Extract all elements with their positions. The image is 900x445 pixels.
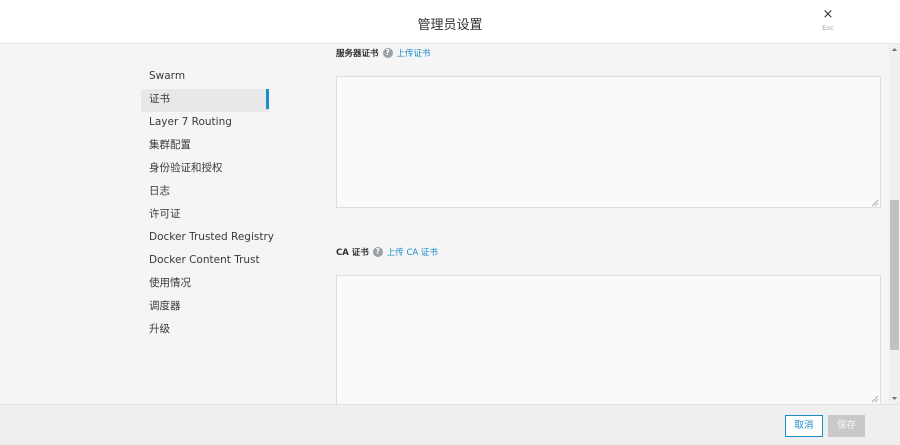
- settings-sidebar: Swarm 证书 Layer 7 Routing 集群配置 身份验证和授权 日志…: [141, 66, 274, 342]
- server-cert-label-row: 服务器证书 ? 上传证书: [336, 47, 431, 59]
- resize-grip-icon[interactable]: [871, 199, 879, 207]
- modal-header: 管理员设置 × Esc: [0, 0, 900, 44]
- modal-title: 管理员设置: [417, 18, 483, 33]
- save-button[interactable]: 保存: [828, 415, 865, 437]
- sidebar-item-layer7-routing[interactable]: Layer 7 Routing: [141, 112, 269, 135]
- server-cert-label: 服务器证书: [336, 49, 379, 59]
- content-scrollbar[interactable]: [889, 44, 900, 404]
- sidebar-item-scheduler[interactable]: 调度器: [141, 296, 269, 319]
- scrollbar-thumb[interactable]: [890, 200, 899, 350]
- sidebar-item-usage[interactable]: 使用情况: [141, 273, 269, 296]
- sidebar-item-logs[interactable]: 日志: [141, 181, 269, 204]
- server-cert-textarea[interactable]: [336, 76, 881, 208]
- upload-ca-cert-link[interactable]: 上传 CA 证书: [387, 246, 438, 258]
- sidebar-item-certificates[interactable]: 证书: [141, 89, 269, 112]
- scroll-up-arrow-icon[interactable]: [889, 44, 900, 55]
- sidebar-item-content-trust[interactable]: Docker Content Trust: [141, 250, 269, 273]
- sidebar-item-cluster-config[interactable]: 集群配置: [141, 135, 269, 158]
- help-icon[interactable]: ?: [382, 48, 393, 58]
- ca-cert-label: CA 证书: [336, 248, 369, 258]
- close-button[interactable]: × Esc: [813, 8, 843, 38]
- upload-server-cert-link[interactable]: 上传证书: [397, 47, 431, 59]
- modal-footer: 取消 保存: [0, 404, 900, 445]
- sidebar-item-license[interactable]: 许可证: [141, 204, 269, 227]
- ca-cert-label-row: CA 证书 ? 上传 CA 证书: [336, 246, 438, 258]
- cancel-button[interactable]: 取消: [785, 415, 823, 437]
- resize-grip-icon[interactable]: [871, 395, 879, 403]
- sidebar-item-upgrade[interactable]: 升级: [141, 319, 269, 342]
- help-icon[interactable]: ?: [372, 247, 383, 257]
- close-esc-hint: Esc: [822, 24, 834, 32]
- close-icon: ×: [822, 7, 834, 22]
- sidebar-item-swarm[interactable]: Swarm: [141, 66, 269, 89]
- sidebar-item-auth[interactable]: 身份验证和授权: [141, 158, 269, 181]
- scroll-down-arrow-icon[interactable]: [889, 393, 900, 404]
- modal-content: Swarm 证书 Layer 7 Routing 集群配置 身份验证和授权 日志…: [0, 44, 900, 404]
- sidebar-item-dtr[interactable]: Docker Trusted Registry: [141, 227, 274, 250]
- ca-cert-textarea[interactable]: [336, 275, 881, 404]
